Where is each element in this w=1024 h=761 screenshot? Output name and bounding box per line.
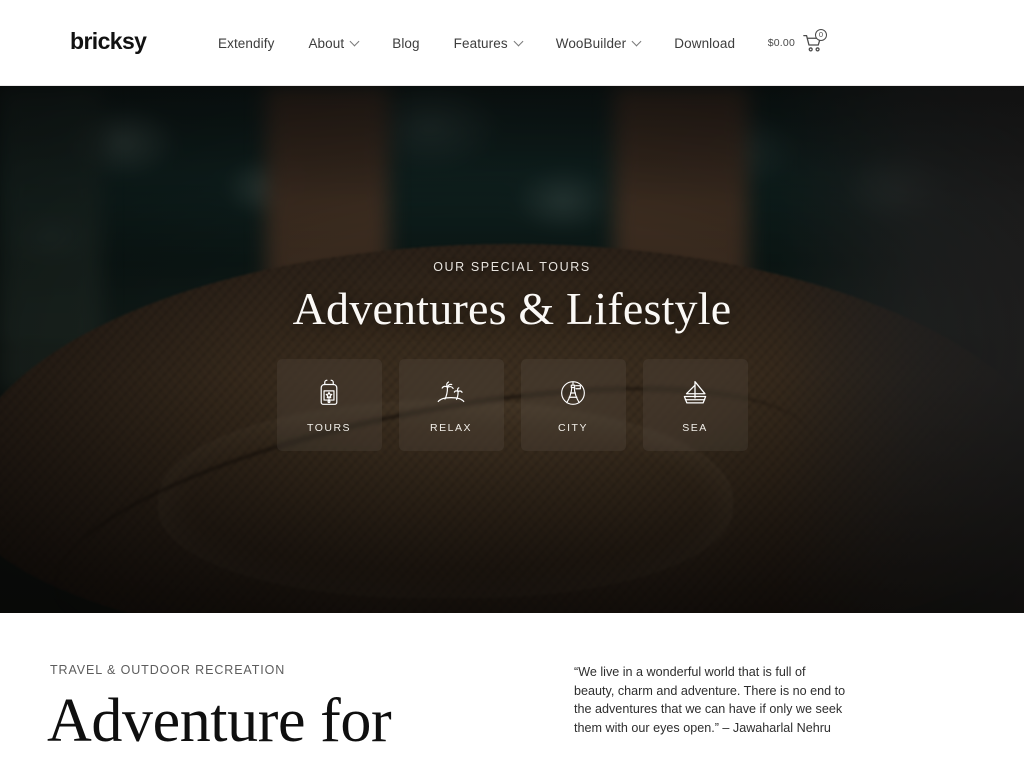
hero-title: Adventures & Lifestyle (292, 283, 732, 334)
chevron-down-icon (349, 36, 360, 46)
site-header: bricksy Extendify About Blog Features Wo… (0, 0, 1024, 86)
eiffel-tower-icon (556, 376, 590, 410)
chevron-down-icon (513, 36, 524, 46)
hero-section: OUR SPECIAL TOURS Adventures & Lifestyle… (0, 86, 1024, 613)
nav-item-label: WooBuilder (555, 35, 627, 51)
nav-item-label: Extendify (218, 35, 275, 51)
category-card-label: RELAX (430, 421, 472, 434)
lower-title: Adventure for (47, 687, 392, 755)
nav-item-label: About (308, 35, 345, 51)
hero-content: OUR SPECIAL TOURS Adventures & Lifestyle… (0, 86, 1024, 613)
category-card-city[interactable]: CITY (520, 358, 626, 451)
nav-item-blog[interactable]: Blog (375, 36, 436, 51)
category-card-relax[interactable]: RELAX (398, 358, 504, 451)
cart-count-badge: 0 (815, 29, 827, 41)
backpack-icon (312, 376, 346, 410)
hero-eyebrow: OUR SPECIAL TOURS (433, 260, 591, 274)
nav-item-features[interactable]: Features (437, 36, 539, 51)
shopping-cart-icon: 0 (802, 29, 827, 54)
primary-navigation: Extendify About Blog Features WooBuilder… (218, 0, 752, 86)
cart-button[interactable]: $0.00 0 (767, 0, 827, 86)
hero-category-cards: TOURS RELAX CITY SEA (276, 358, 748, 451)
palm-tree-island-icon (434, 376, 468, 410)
cart-amount: $0.00 (767, 37, 795, 49)
nav-item-extendify[interactable]: Extendify (218, 36, 291, 51)
nav-item-label: Features (453, 35, 508, 51)
nav-item-download[interactable]: Download (657, 36, 752, 51)
category-card-tours[interactable]: TOURS (276, 358, 382, 451)
sailboat-icon (678, 376, 712, 410)
quote-text: “We live in a wonderful world that is fu… (574, 665, 846, 735)
category-card-label: SEA (682, 421, 708, 434)
nav-item-about[interactable]: About (291, 36, 375, 51)
category-card-sea[interactable]: SEA (642, 358, 748, 451)
category-card-label: TOURS (306, 421, 352, 434)
nav-item-label: Download (674, 35, 736, 51)
nav-item-label: Blog (392, 35, 420, 51)
lower-eyebrow: TRAVEL & OUTDOOR RECREATION (50, 663, 286, 677)
lower-section: TRAVEL & OUTDOOR RECREATION Adventure fo… (0, 613, 1024, 761)
site-logo[interactable]: bricksy (70, 30, 147, 53)
chevron-down-icon (631, 36, 642, 46)
category-card-label: CITY (558, 421, 588, 434)
nav-item-woobuilder[interactable]: WooBuilder (539, 36, 658, 51)
